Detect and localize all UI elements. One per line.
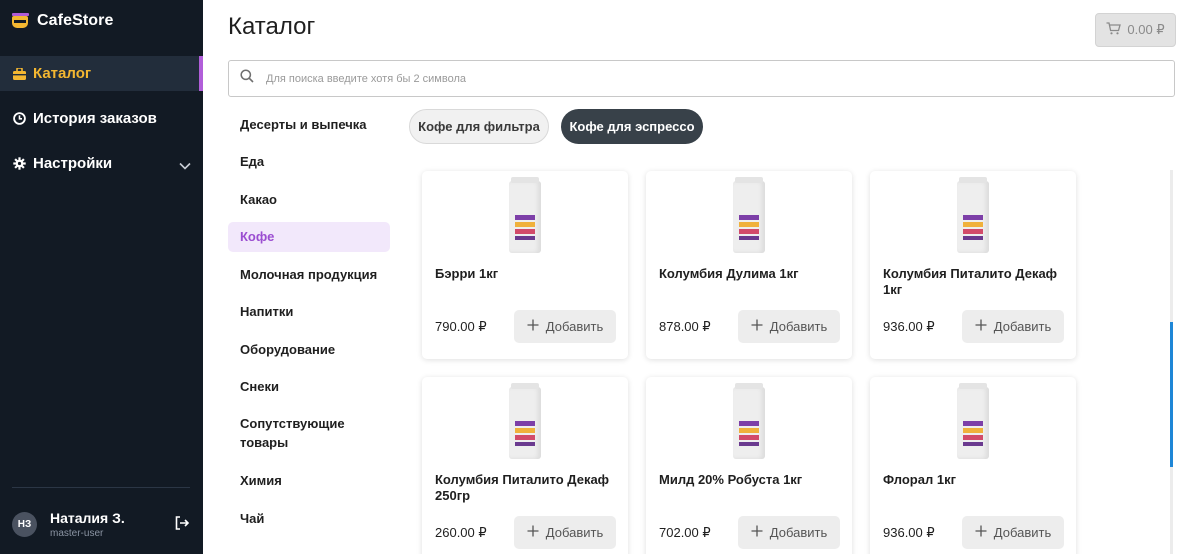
cafestore-logo-icon	[12, 13, 30, 29]
scrollbar-thumb[interactable]	[1170, 322, 1173, 467]
clock-icon	[12, 112, 26, 126]
category-item-active[interactable]: Кофе	[228, 222, 390, 252]
product-title: Колумбия Питалито Декаф 1кг	[883, 266, 1058, 297]
category-item[interactable]: Химия	[228, 466, 390, 496]
user-profile: НЗ Наталия З. master-user	[12, 507, 192, 541]
add-to-cart-button[interactable]: Добавить	[514, 516, 616, 549]
product-card[interactable]: Бэрри 1кг 790.00 ₽ Добавить	[422, 171, 628, 359]
chip-espresso-coffee[interactable]: Кофе для эспрессо	[561, 109, 703, 144]
product-card[interactable]: Колумбия Питалито Декаф 1кг 936.00 ₽ Доб…	[870, 171, 1076, 359]
product-title: Колумбия Дулима 1кг	[659, 266, 799, 281]
logout-icon[interactable]	[174, 515, 192, 533]
category-item[interactable]: Какао	[228, 185, 390, 215]
coffee-bag-image	[957, 383, 989, 459]
add-to-cart-button[interactable]: Добавить	[514, 310, 616, 343]
category-item[interactable]: Еда	[228, 147, 390, 177]
cart-icon	[1106, 22, 1122, 38]
coffee-bag-image	[509, 383, 541, 459]
gear-icon	[12, 157, 26, 171]
product-price: 878.00 ₽	[659, 319, 711, 334]
add-button-label: Добавить	[993, 319, 1052, 334]
category-item[interactable]: Десерты и выпечка	[228, 110, 390, 140]
sidebar-item-label: Каталог	[33, 65, 92, 82]
product-title: Флорал 1кг	[883, 472, 956, 487]
sidebar-item-order-history[interactable]: История заказов	[0, 101, 203, 136]
category-item[interactable]: Сопутствующие товары	[228, 411, 348, 457]
cart-button[interactable]: 0.00 ₽	[1095, 13, 1176, 47]
product-title: Милд 20% Робуста 1кг	[659, 472, 803, 487]
chevron-down-icon[interactable]	[179, 157, 191, 174]
brand[interactable]: CafeStore	[12, 10, 113, 32]
sidebar-item-label: Настройки	[33, 155, 113, 172]
product-title: Колумбия Питалито Декаф 250гр	[435, 472, 610, 503]
category-item[interactable]: Молочная продукция	[228, 260, 390, 290]
page-title: Каталог	[228, 13, 316, 40]
category-item[interactable]: Напитки	[228, 297, 390, 327]
product-card[interactable]: Флорал 1кг 936.00 ₽ Добавить	[870, 377, 1076, 554]
plus-icon	[527, 319, 539, 334]
product-price: 260.00 ₽	[435, 525, 487, 540]
plus-icon	[975, 525, 987, 540]
user-name: Наталия З.	[50, 510, 125, 526]
plus-icon	[527, 525, 539, 540]
sidebar-divider	[12, 487, 190, 488]
add-button-label: Добавить	[545, 319, 604, 334]
add-to-cart-button[interactable]: Добавить	[962, 310, 1064, 343]
product-price: 936.00 ₽	[883, 525, 935, 540]
add-to-cart-button[interactable]: Добавить	[962, 516, 1064, 549]
coffee-bag-image	[733, 177, 765, 253]
category-item[interactable]: Снеки	[228, 372, 390, 402]
product-card[interactable]: Колумбия Дулима 1кг 878.00 ₽ Добавить	[646, 171, 852, 359]
add-button-label: Добавить	[545, 525, 604, 540]
product-title: Бэрри 1кг	[435, 266, 499, 281]
avatar: НЗ	[12, 512, 37, 537]
search-input[interactable]	[266, 72, 1146, 85]
chip-filter-coffee[interactable]: Кофе для фильтра	[409, 109, 549, 144]
sidebar-item-label: История заказов	[33, 110, 157, 127]
coffee-bag-image	[509, 177, 541, 253]
coffee-bag-image	[957, 177, 989, 253]
search-icon	[240, 69, 254, 88]
plus-icon	[751, 525, 763, 540]
product-price: 790.00 ₽	[435, 319, 487, 334]
category-item[interactable]: Чай	[228, 504, 390, 534]
add-button-label: Добавить	[769, 319, 828, 334]
category-item[interactable]: Оборудование	[228, 335, 390, 365]
sidebar-item-catalog[interactable]: Каталог	[0, 56, 203, 91]
add-to-cart-button[interactable]: Добавить	[738, 310, 840, 343]
cart-total: 0.00 ₽	[1127, 22, 1165, 37]
coffee-bag-image	[733, 383, 765, 459]
product-price: 702.00 ₽	[659, 525, 711, 540]
sidebar: CafeStore Каталог История заказов Настро…	[0, 0, 203, 554]
plus-icon	[751, 319, 763, 334]
catalog-icon	[12, 67, 26, 81]
product-card[interactable]: Колумбия Питалито Декаф 250гр 260.00 ₽ Д…	[422, 377, 628, 554]
plus-icon	[975, 319, 987, 334]
product-card[interactable]: Милд 20% Робуста 1кг 702.00 ₽ Добавить	[646, 377, 852, 554]
brand-name: CafeStore	[37, 12, 114, 29]
user-role: master-user	[50, 528, 104, 539]
add-to-cart-button[interactable]: Добавить	[738, 516, 840, 549]
add-button-label: Добавить	[769, 525, 828, 540]
add-button-label: Добавить	[993, 525, 1052, 540]
sidebar-item-settings[interactable]: Настройки	[0, 146, 203, 181]
product-price: 936.00 ₽	[883, 319, 935, 334]
search-bar	[228, 60, 1175, 97]
